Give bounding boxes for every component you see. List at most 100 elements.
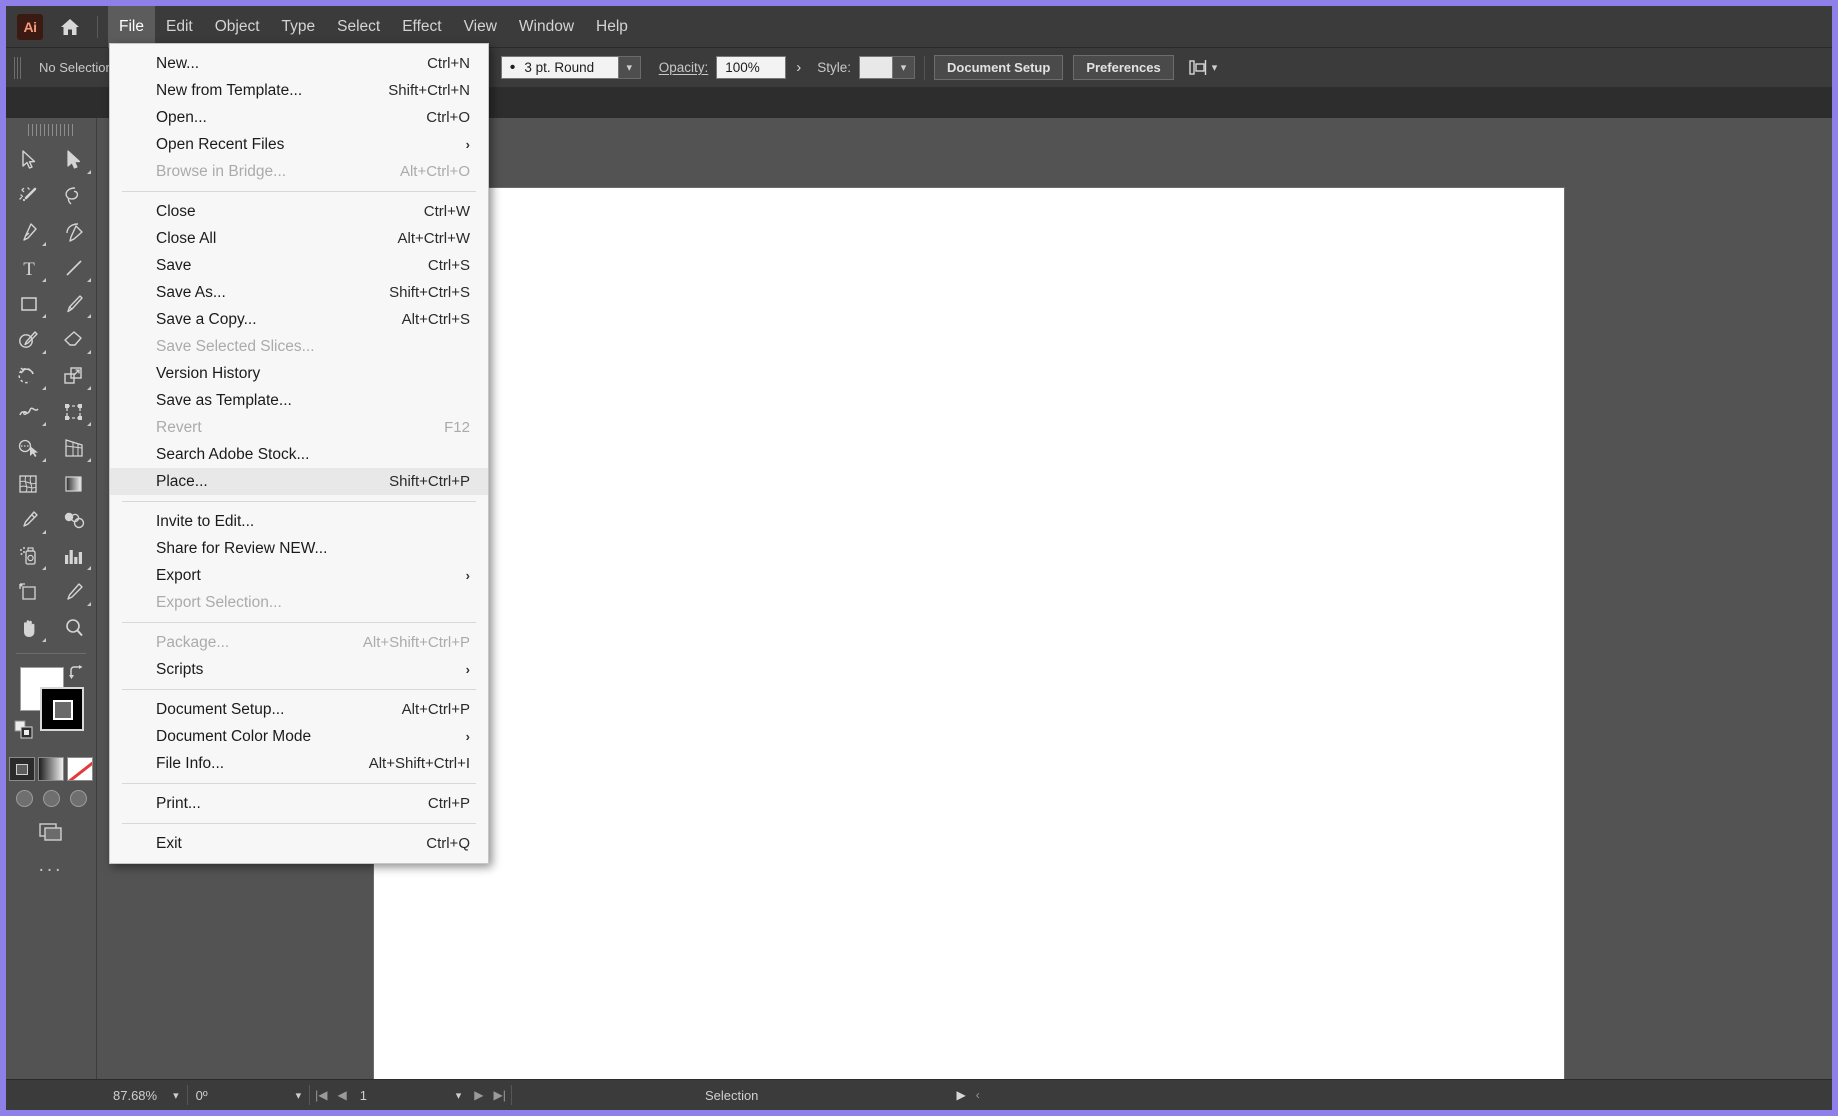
file-menu-item[interactable]: File Info...Alt+Shift+Ctrl+I [110,750,488,777]
default-fill-stroke-icon[interactable] [14,720,34,745]
file-menu-item[interactable]: Save As...Shift+Ctrl+S [110,279,488,306]
lasso-tool[interactable] [51,178,96,214]
magic-wand-tool[interactable] [6,178,51,214]
color-fill-mode[interactable] [9,757,35,781]
zoom-tool[interactable] [51,610,96,646]
artboard-dropdown-icon[interactable]: ▾ [448,1080,470,1110]
gradient-fill-mode[interactable] [38,757,64,781]
menu-select[interactable]: Select [326,6,391,48]
column-graph-tool[interactable] [51,538,96,574]
change-screen-mode-icon[interactable] [6,821,96,843]
file-menu-item[interactable]: CloseCtrl+W [110,198,488,225]
shaper-tool[interactable] [6,322,51,358]
curvature-tool[interactable] [51,214,96,250]
home-icon[interactable] [53,12,87,42]
selection-tool[interactable] [6,142,51,178]
menu-effect[interactable]: Effect [391,6,452,48]
menu-object[interactable]: Object [204,6,271,48]
menu-window[interactable]: Window [508,6,585,48]
graphic-style-swatch[interactable] [859,56,893,79]
file-menu-item[interactable]: SaveCtrl+S [110,252,488,279]
file-menu-item[interactable]: Save a Copy...Alt+Ctrl+S [110,306,488,333]
artboard[interactable] [374,188,1564,1079]
previous-artboard-icon[interactable]: ◀ [333,1088,352,1102]
first-artboard-icon[interactable]: |◀ [310,1088,332,1102]
free-transform-tool[interactable] [51,394,96,430]
file-menu-item[interactable]: Place...Shift+Ctrl+P [110,468,488,495]
opacity-expand-icon[interactable]: › [796,59,801,76]
draw-behind-mode[interactable] [43,790,60,807]
status-collapse-icon[interactable]: ‹ [971,1088,985,1102]
preferences-button[interactable]: Preferences [1073,55,1173,80]
zoom-dropdown-icon[interactable]: ▾ [165,1080,187,1110]
draw-inside-mode[interactable] [70,790,87,807]
brush-definition-dropdown-icon[interactable]: ▾ [619,56,641,79]
gradient-tool[interactable] [51,466,96,502]
width-tool[interactable] [6,394,51,430]
file-menu-item[interactable]: Document Setup...Alt+Ctrl+P [110,696,488,723]
rectangle-tool[interactable] [6,286,51,322]
eyedropper-tool[interactable] [6,502,51,538]
shape-builder-tool[interactable] [6,430,51,466]
file-menu-item[interactable]: Print...Ctrl+P [110,790,488,817]
align-objects-icon[interactable]: ▾ [1188,59,1218,76]
symbol-sprayer-tool[interactable] [6,538,51,574]
file-menu-item-label: Save a Copy... [156,311,402,329]
file-menu-item[interactable]: Open...Ctrl+O [110,104,488,131]
hand-tool[interactable] [6,610,51,646]
menu-file[interactable]: File [108,6,155,48]
blend-tool[interactable] [51,502,96,538]
next-artboard-icon[interactable]: ▶ [469,1088,488,1102]
rotation-value[interactable]: 0º [188,1080,288,1110]
status-menu-icon[interactable]: ▶ [952,1088,971,1102]
menu-edit[interactable]: Edit [155,6,204,48]
file-menu-item[interactable]: Close AllAlt+Ctrl+W [110,225,488,252]
file-menu-item[interactable]: Open Recent Files› [110,131,488,158]
align-dropdown-icon[interactable]: ▾ [1212,61,1218,74]
edit-toolbar-icon[interactable]: ... [6,855,96,877]
stroke-color-swatch[interactable] [40,687,84,731]
menu-type[interactable]: Type [271,6,327,48]
last-artboard-icon[interactable]: ▶| [489,1088,511,1102]
line-segment-tool[interactable] [51,250,96,286]
file-menu-item[interactable]: Export› [110,562,488,589]
file-menu-item[interactable]: Document Color Mode› [110,723,488,750]
artboard-number-input[interactable]: 1 [352,1080,448,1110]
tool-expand-corner [42,458,46,462]
rotation-dropdown-icon[interactable]: ▾ [288,1080,310,1110]
pen-tool[interactable] [6,214,51,250]
style-label: Style: [817,60,851,75]
draw-normal-mode[interactable] [16,790,33,807]
menu-view[interactable]: View [453,6,508,48]
document-setup-button[interactable]: Document Setup [934,55,1063,80]
file-menu-item[interactable]: Share for Review NEW... [110,535,488,562]
file-menu-item[interactable]: Scripts› [110,656,488,683]
zoom-level-value[interactable]: 87.68% [105,1080,165,1110]
file-menu-dropdown[interactable]: New...Ctrl+NNew from Template...Shift+Ct… [109,43,489,864]
file-menu-item[interactable]: ExitCtrl+Q [110,830,488,857]
control-bar-grip[interactable] [14,57,23,79]
file-menu-item[interactable]: Search Adobe Stock... [110,441,488,468]
graphic-style-dropdown-icon[interactable]: ▾ [893,56,915,79]
scale-tool[interactable] [51,358,96,394]
file-menu-item[interactable]: Version History [110,360,488,387]
perspective-grid-tool[interactable] [51,430,96,466]
paintbrush-tool[interactable] [51,286,96,322]
brush-definition-field[interactable]: • 3 pt. Round [501,56,619,79]
menu-help[interactable]: Help [585,6,639,48]
file-menu-item[interactable]: New...Ctrl+N [110,50,488,77]
slice-tool[interactable] [51,574,96,610]
artboard-tool[interactable] [6,574,51,610]
rotate-tool[interactable] [6,358,51,394]
mesh-tool[interactable] [6,466,51,502]
file-menu-item[interactable]: New from Template...Shift+Ctrl+N [110,77,488,104]
tools-panel-grip[interactable] [28,124,74,136]
swap-fill-stroke-icon[interactable] [68,665,86,686]
type-tool[interactable]: T [6,250,51,286]
file-menu-item[interactable]: Invite to Edit... [110,508,488,535]
direct-selection-tool[interactable] [51,142,96,178]
opacity-input[interactable]: 100% [716,56,786,79]
eraser-tool[interactable] [51,322,96,358]
none-fill-mode[interactable] [67,757,93,781]
file-menu-item[interactable]: Save as Template... [110,387,488,414]
